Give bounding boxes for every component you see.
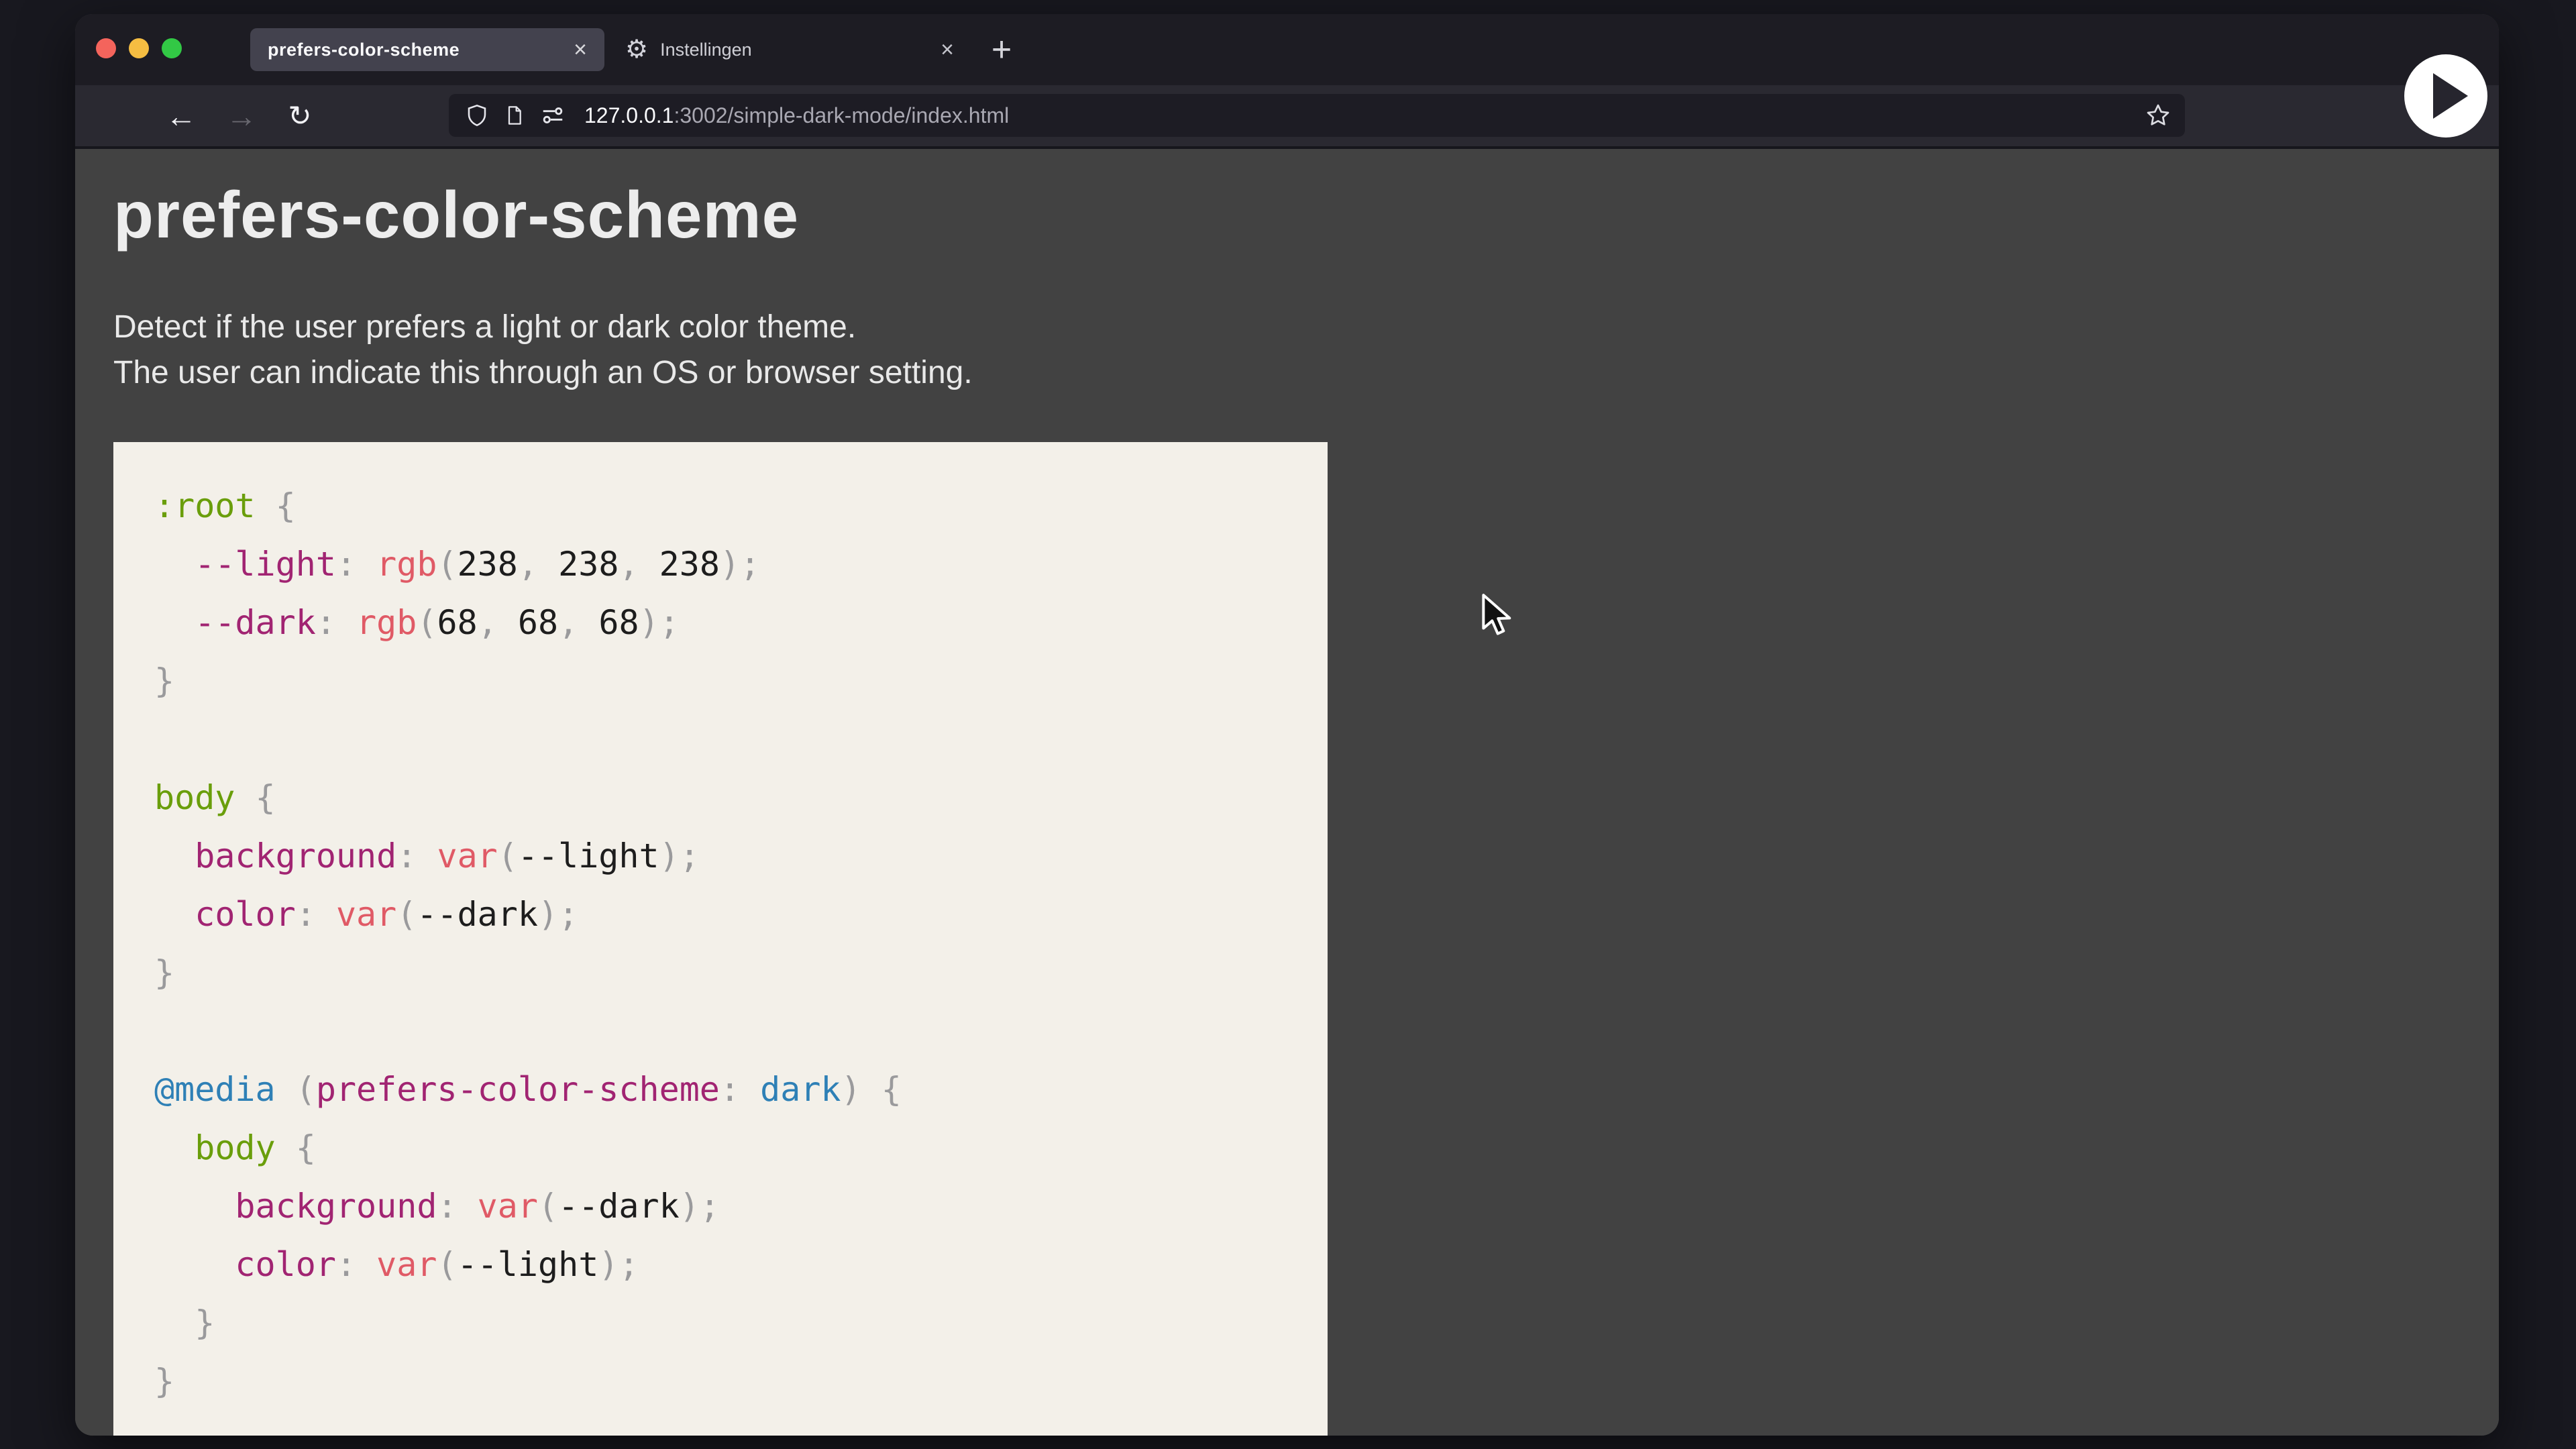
tab-instellingen[interactable]: ⚙ Instellingen ×	[612, 28, 967, 71]
shield-icon[interactable]	[465, 103, 489, 127]
gear-icon: ⚙	[625, 37, 648, 62]
play-badge[interactable]	[2404, 54, 2487, 138]
code-line: }	[154, 652, 1328, 710]
browser-window: prefers-color-scheme × ⚙ Instellingen × …	[75, 14, 2499, 1436]
code-line	[154, 1002, 1328, 1061]
description-line-2: The user can indicate this through an OS…	[113, 355, 973, 390]
css-code: :root { --light: rgb(238, 238, 238); --d…	[154, 477, 1328, 1411]
zoom-window-button[interactable]	[162, 38, 182, 58]
code-line: }	[154, 1294, 1328, 1352]
screenshot-root: { "browser": { "traffic_lights": ["close…	[0, 0, 2576, 1449]
minimize-window-button[interactable]	[129, 38, 149, 58]
tab-label: Instellingen	[660, 40, 752, 60]
tab-bar: prefers-color-scheme × ⚙ Instellingen × …	[75, 14, 2499, 85]
code-block: :root { --light: rgb(238, 238, 238); --d…	[113, 442, 1328, 1436]
code-line: :root {	[154, 477, 1328, 535]
close-tab-icon[interactable]: ×	[574, 38, 587, 61]
url-text[interactable]: 127.0.0.1:3002/simple-dark-mode/index.ht…	[584, 103, 1009, 128]
page-description: Detect if the user prefers a light or da…	[113, 305, 973, 396]
code-line: --dark: rgb(68, 68, 68);	[154, 594, 1328, 652]
page-title: prefers-color-scheme	[113, 177, 799, 253]
code-line: }	[154, 944, 1328, 1002]
code-line: color: var(--light);	[154, 1236, 1328, 1294]
url-path: :3002/simple-dark-mode/index.html	[674, 103, 1009, 127]
window-controls	[96, 38, 182, 58]
navigation-toolbar: ← → ↻ 127.0.0.1:3002/simple-dark-mode/in…	[75, 85, 2499, 149]
bookmark-star-icon[interactable]	[2145, 102, 2171, 129]
url-host: 127.0.0.1	[584, 103, 674, 127]
mouse-cursor	[1477, 593, 1519, 639]
code-line: @media (prefers-color-scheme: dark) {	[154, 1061, 1328, 1119]
code-line: color: var(--dark);	[154, 885, 1328, 944]
code-line: }	[154, 1352, 1328, 1411]
close-window-button[interactable]	[96, 38, 116, 58]
page-viewport: prefers-color-scheme Detect if the user …	[75, 149, 2499, 1436]
tab-label: prefers-color-scheme	[268, 40, 460, 60]
page-icon[interactable]	[504, 105, 525, 126]
code-line: body {	[154, 1119, 1328, 1177]
back-button[interactable]: ←	[161, 85, 201, 146]
play-icon	[2433, 73, 2468, 119]
url-bar[interactable]: 127.0.0.1:3002/simple-dark-mode/index.ht…	[449, 94, 2185, 137]
tab-prefers-color-scheme[interactable]: prefers-color-scheme ×	[250, 28, 604, 71]
sliders-icon[interactable]	[540, 103, 566, 128]
code-line: background: var(--dark);	[154, 1177, 1328, 1236]
close-tab-icon[interactable]: ×	[941, 38, 954, 61]
code-line	[154, 710, 1328, 769]
code-line: body {	[154, 769, 1328, 827]
forward-button[interactable]: →	[221, 85, 262, 146]
code-line: background: var(--light);	[154, 827, 1328, 885]
description-line-1: Detect if the user prefers a light or da…	[113, 309, 856, 345]
reload-button[interactable]: ↻	[280, 85, 320, 146]
code-line: --light: rgb(238, 238, 238);	[154, 535, 1328, 594]
new-tab-button[interactable]: +	[982, 30, 1021, 69]
